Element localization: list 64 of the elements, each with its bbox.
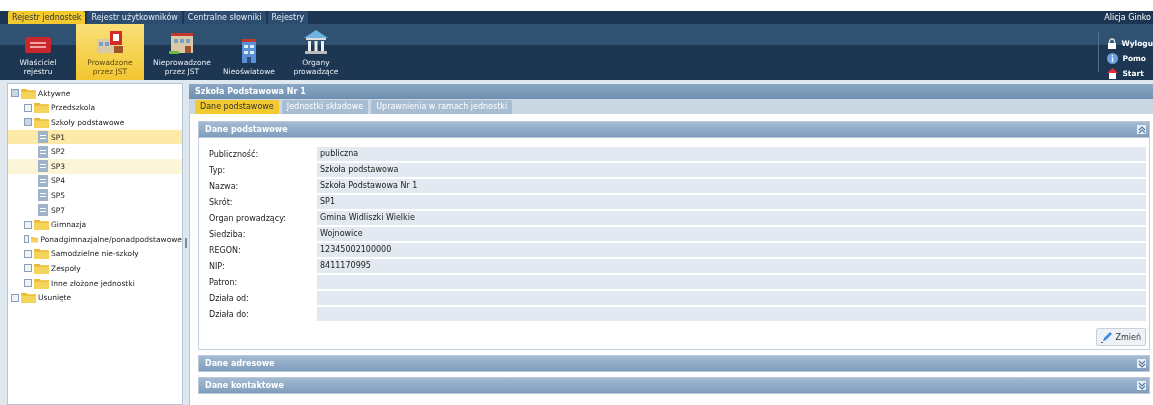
field-value: 12345002100000 [317,242,1146,258]
expander-icon[interactable] [11,89,19,98]
section-title: Dane podstawowe [205,125,288,134]
panel-title: Szkoła Podstawowa Nr 1 [189,84,1153,99]
section-title: Dane adresowe [205,359,275,368]
folder-icon [34,219,49,231]
field-label: Publiczność: [209,149,260,159]
folder-icon [34,117,49,128]
expander-icon[interactable] [24,235,29,244]
toggle-icon[interactable] [1137,381,1146,390]
field-value: Gmina Widliszki Wielkie [317,210,1146,226]
expander-icon[interactable] [24,249,32,258]
field-label: REGON: [209,245,242,255]
expander-icon[interactable] [24,118,32,127]
folder-icon [34,102,49,114]
field-label: Organ prowadzący: [209,213,287,223]
field-label: Skrót: [209,197,234,207]
toggle-icon[interactable] [1137,125,1146,134]
field-label: NIP: [209,261,226,271]
toggle-icon[interactable] [1137,359,1146,368]
document-icon [37,131,49,144]
columned-building-icon [302,29,329,55]
expander-icon[interactable] [24,220,32,229]
field-value: Wojnowice [317,226,1146,242]
expander-icon[interactable] [11,293,19,302]
document-icon [37,204,49,217]
home-icon [1107,68,1119,79]
module-tab[interactable]: Rejestr użytkowników [87,11,182,24]
expander-icon[interactable] [24,264,32,273]
sign-icon [24,35,52,55]
module-tab[interactable]: Rejestry [267,11,309,24]
detail-tab[interactable]: Dane podstawowe [195,100,279,114]
field-value: Szkoła Podstawowa Nr 1 [317,178,1146,194]
module-tab[interactable]: Rejestr jednostek [8,11,86,24]
document-icon [37,174,49,187]
document-icon [37,189,49,202]
field-value: 8411170995 [317,258,1146,274]
field-label: Nazwa: [209,181,240,191]
field-value: publiczna [317,146,1146,162]
field-label: Siedziba: [209,229,247,239]
folder-icon [21,292,36,304]
edit-button[interactable]: Zmień [1095,328,1146,346]
field-value: Szkoła podstawowa [317,162,1146,178]
splitter-handle[interactable] [185,237,187,248]
folder-icon [34,248,49,260]
section-title: Dane kontaktowe [205,381,284,390]
document-icon [37,145,49,158]
document-icon [37,160,49,173]
folder-icon [21,87,36,99]
field-label: Patron: [209,277,239,287]
building-emblem-icon [96,29,124,55]
field-value: SP1 [317,194,1146,210]
field-label: Działa od: [209,293,250,303]
field-label: Działa do: [209,309,250,319]
field-label: Typ: [209,165,227,175]
info-icon [1107,53,1119,64]
folder-icon [34,262,49,274]
module-tab[interactable]: Centralne słowniki [183,11,266,24]
lock-icon [1107,38,1118,49]
pencil-icon [1100,331,1113,343]
folder-icon [34,277,49,289]
expander-icon[interactable] [24,103,32,112]
user-name: Alicja Ginko [1104,12,1152,24]
expander-icon[interactable] [24,279,32,287]
